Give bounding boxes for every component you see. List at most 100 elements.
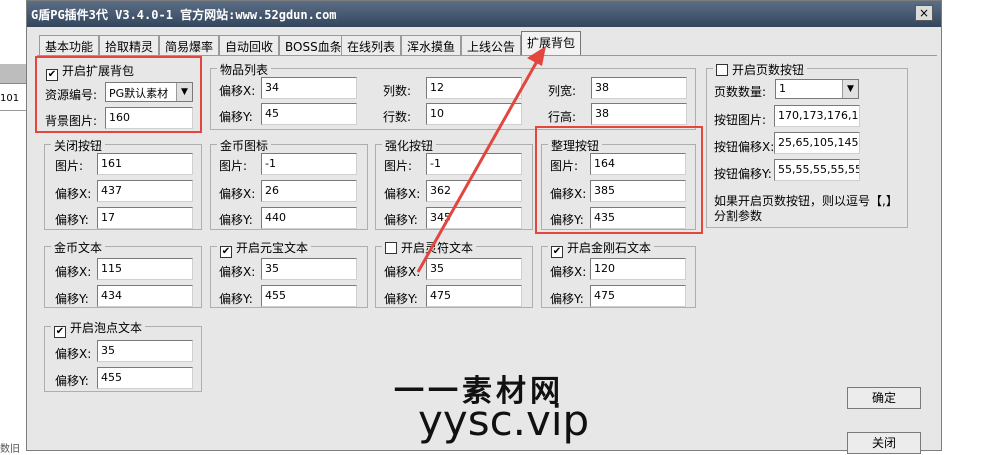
bubble-text-checkbox[interactable]: ✔	[54, 326, 66, 338]
page-buttons-note: 如果开启页数按钮，则以逗号【,】分割参数	[714, 194, 898, 223]
gold-image-input[interactable]: -1	[261, 153, 357, 175]
enhance-offset-x-label: 偏移X:	[384, 187, 421, 201]
page-offset-x-label: 按钮偏移X:	[714, 140, 775, 154]
title-bar[interactable]: G盾PG插件3代 V3.4.0-1 官方网站:www.52gdun.com ×	[27, 1, 941, 27]
close-image-input[interactable]: 161	[97, 153, 193, 175]
gold-text-offset-y-input[interactable]: 434	[97, 285, 193, 307]
page-buttons-toggle[interactable]: 开启页数按钮	[713, 61, 808, 78]
row-height-input[interactable]: 38	[591, 103, 687, 125]
yuanbao-offset-x-input[interactable]: 35	[261, 258, 357, 280]
lingfu-text-group: 开启灵符文本 偏移X: 35 偏移Y: 475	[375, 239, 533, 308]
lingfu-offset-x-input[interactable]: 35	[426, 258, 522, 280]
item-list-title: 物品列表	[217, 61, 272, 78]
diamond-offset-y-input[interactable]: 475	[590, 285, 686, 307]
enhance-offset-y-input[interactable]: 345	[426, 207, 522, 229]
page-offset-x-input[interactable]: 25,65,105,145,1	[774, 132, 860, 154]
bubble-text-title: 开启泡点文本	[70, 321, 143, 335]
gold-offset-x-label: 偏移X:	[219, 187, 256, 201]
lingfu-text-toggle[interactable]: 开启灵符文本	[382, 239, 477, 256]
lingfu-text-title: 开启灵符文本	[401, 241, 474, 255]
page-image-label: 按钮图片:	[714, 113, 767, 127]
rows-input[interactable]: 10	[426, 103, 522, 125]
gold-offset-y-input[interactable]: 440	[261, 207, 357, 229]
bubble-offset-x-input[interactable]: 35	[97, 340, 193, 362]
gold-icon-group: 金币图标 图片: -1 偏移X: 26 偏移Y: 440	[210, 137, 368, 230]
bubble-offset-y-label: 偏移Y:	[55, 374, 89, 388]
tab-login-notice[interactable]: 上线公告	[461, 35, 522, 55]
yuanbao-offset-y-input[interactable]: 455	[261, 285, 357, 307]
background-text: 101	[0, 93, 20, 104]
page-image-input[interactable]: 170,173,176,179	[774, 105, 860, 127]
diamond-text-toggle[interactable]: ✔ 开启金刚石文本	[548, 239, 655, 258]
cols-input[interactable]: 12	[426, 77, 522, 99]
tab-expand-bag[interactable]: 扩展背包	[521, 31, 582, 55]
bubble-offset-y-input[interactable]: 455	[97, 367, 193, 389]
close-offset-x-label: 偏移X:	[55, 187, 92, 201]
bubble-offset-x-label: 偏移X:	[55, 347, 92, 361]
yuanbao-offset-x-label: 偏移X:	[219, 265, 256, 279]
enhance-image-label: 图片:	[384, 159, 413, 173]
item-offset-y-input[interactable]: 45	[261, 103, 357, 125]
diamond-offset-x-input[interactable]: 120	[590, 258, 686, 280]
gold-text-offset-y-label: 偏移Y:	[55, 292, 89, 306]
watermark-url: yysc.vip	[418, 396, 590, 445]
close-window-button[interactable]: ×	[915, 5, 933, 21]
ok-button[interactable]: 确定	[847, 387, 921, 409]
enhance-offset-x-input[interactable]: 362	[426, 180, 522, 202]
page-buttons-title: 开启页数按钮	[732, 63, 805, 77]
gold-image-label: 图片:	[219, 159, 248, 173]
close-offset-y-input[interactable]: 17	[97, 207, 193, 229]
tab-recycle[interactable]: 自动回收	[219, 35, 280, 55]
close-button-group-title: 关闭按钮	[51, 137, 106, 154]
yuanbao-text-title: 开启元宝文本	[236, 241, 309, 255]
bubble-text-toggle[interactable]: ✔ 开启泡点文本	[51, 319, 146, 338]
page-offset-y-label: 按钮偏移Y:	[714, 167, 772, 181]
close-offset-y-label: 偏移Y:	[55, 213, 89, 227]
diamond-text-title: 开启金刚石文本	[567, 241, 652, 255]
page-count-value: 1	[779, 82, 786, 95]
item-offset-y-label: 偏移Y:	[219, 110, 253, 124]
gold-text-group: 金币文本 偏移X: 115 偏移Y: 434	[44, 239, 202, 308]
window-title: G盾PG插件3代 V3.4.0-1 官方网站:www.52gdun.com	[31, 8, 337, 22]
gold-offset-y-label: 偏移Y:	[219, 213, 253, 227]
enhance-button-group-title: 强化按钮	[382, 137, 437, 154]
page-buttons-checkbox[interactable]	[716, 64, 728, 76]
page-count-select[interactable]: 1 ▼	[775, 79, 859, 99]
tab-basic[interactable]: 基本功能	[39, 35, 100, 55]
tab-pickup[interactable]: 拾取精灵	[99, 35, 160, 55]
lingfu-text-checkbox[interactable]	[385, 242, 397, 254]
yuanbao-offset-y-label: 偏移Y:	[219, 292, 253, 306]
row-height-label: 行高:	[548, 110, 577, 124]
yuanbao-text-toggle[interactable]: ✔ 开启元宝文本	[217, 239, 312, 258]
tab-online-list[interactable]: 在线列表	[341, 35, 402, 55]
col-width-label: 列宽:	[548, 84, 577, 98]
enhance-image-input[interactable]: -1	[426, 153, 522, 175]
gold-icon-group-title: 金币图标	[217, 137, 272, 154]
bubble-text-group: ✔ 开启泡点文本 偏移X: 35 偏移Y: 455	[44, 319, 202, 392]
close-image-label: 图片:	[55, 159, 84, 173]
lingfu-offset-y-input[interactable]: 475	[426, 285, 522, 307]
item-offset-x-input[interactable]: 34	[261, 77, 357, 99]
tab-boss-bar[interactable]: BOSS血条	[279, 35, 348, 55]
item-offset-x-label: 偏移X:	[219, 84, 256, 98]
lingfu-offset-x-label: 偏移X:	[384, 265, 421, 279]
item-list-group: 物品列表 偏移X: 34 偏移Y: 45 列数: 12 行数: 10 列宽: 3…	[210, 61, 696, 130]
page-offset-y-input[interactable]: 55,55,55,55,55	[774, 159, 860, 181]
gold-text-offset-x-label: 偏移X:	[55, 265, 92, 279]
tab-droprate[interactable]: 简易爆率	[159, 35, 220, 55]
enhance-offset-y-label: 偏移Y:	[384, 213, 418, 227]
gold-offset-x-input[interactable]: 26	[261, 180, 357, 202]
col-width-input[interactable]: 38	[591, 77, 687, 99]
gold-text-offset-x-input[interactable]: 115	[97, 258, 193, 280]
diamond-offset-y-label: 偏移Y:	[550, 292, 584, 306]
rows-label: 行数:	[383, 110, 412, 124]
close-offset-x-input[interactable]: 437	[97, 180, 193, 202]
highlight-box-expand-bag	[35, 56, 202, 133]
chevron-down-icon[interactable]: ▼	[842, 80, 858, 98]
background-bottom-text: 数旧	[0, 444, 20, 455]
cols-label: 列数:	[383, 84, 412, 98]
gold-text-title: 金币文本	[51, 239, 106, 256]
yuanbao-text-checkbox[interactable]: ✔	[220, 246, 232, 258]
tab-fishing[interactable]: 浑水摸鱼	[401, 35, 462, 55]
diamond-text-checkbox[interactable]: ✔	[551, 246, 563, 258]
